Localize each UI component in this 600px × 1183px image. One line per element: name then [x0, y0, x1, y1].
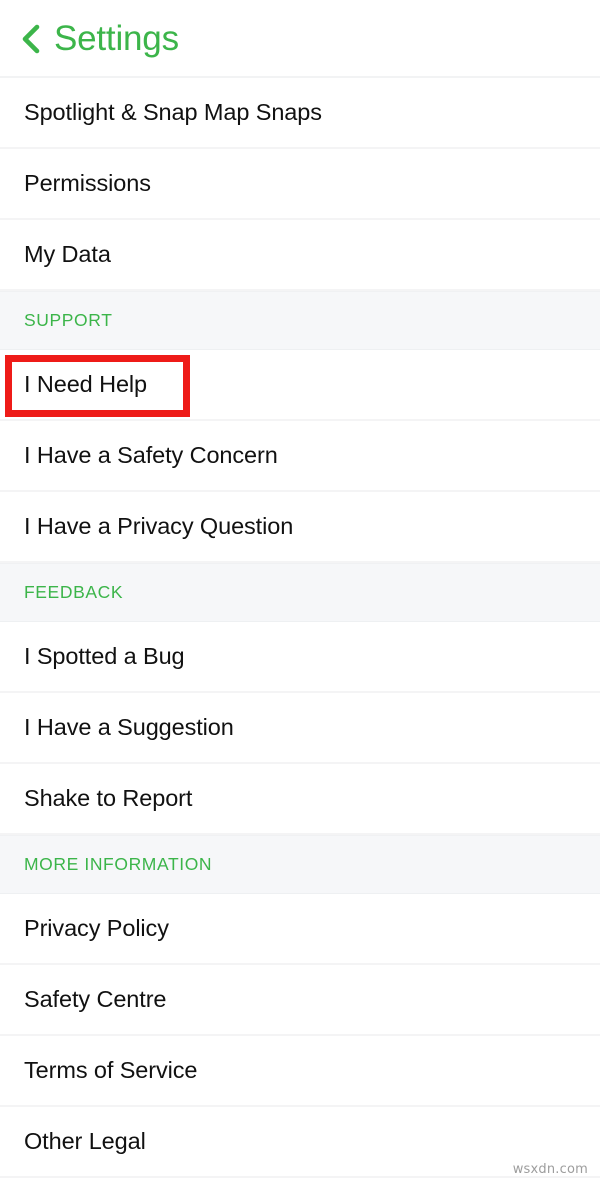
list-item-label: I Have a Safety Concern [24, 441, 278, 468]
section-header: MORE INFORMATION [0, 835, 600, 894]
list-item[interactable]: Terms of Service [0, 1036, 600, 1107]
list-item[interactable]: Privacy Policy [0, 894, 600, 965]
page-title: Settings [54, 18, 179, 58]
list-item[interactable]: I Have a Suggestion [0, 693, 600, 764]
list-item-label: Safety Centre [24, 985, 167, 1012]
watermark: wsxdn.com [512, 1162, 588, 1177]
section-header: FEEDBACK [0, 563, 600, 622]
list-item-label: My Data [24, 240, 111, 267]
section-header-label: SUPPORT [24, 309, 113, 330]
list-item[interactable]: Other Legal [0, 1107, 600, 1178]
list-item[interactable]: Spotlight & Snap Map Snaps [0, 78, 600, 149]
list-item-label: I Have a Privacy Question [24, 512, 294, 539]
section-header-label: MORE INFORMATION [24, 853, 213, 874]
list-item-label: I Spotted a Bug [24, 642, 185, 669]
settings-list: Spotlight & Snap Map Snaps Permissions My … [0, 78, 600, 1178]
list-item[interactable]: I Have a Safety Concern [0, 421, 600, 492]
list-item[interactable]: Shake to Report [0, 764, 600, 835]
navigation-header: Settings [0, 0, 600, 78]
list-item-label: I Need Help [24, 370, 147, 397]
list-item[interactable]: I Need Help [0, 350, 600, 421]
list-item[interactable]: I Have a Privacy Question [0, 492, 600, 563]
list-item-label: Shake to Report [24, 784, 193, 811]
section-header: SUPPORT [0, 291, 600, 350]
list-item[interactable]: My Data [0, 220, 600, 291]
list-item-label: Spotlight & Snap Map Snaps [24, 98, 322, 125]
list-item-label: Permissions [24, 169, 151, 196]
list-item[interactable]: Permissions [0, 149, 600, 220]
list-item-label: Other Legal [24, 1127, 146, 1154]
section-header-label: FEEDBACK [24, 581, 124, 602]
list-item-label: Terms of Service [24, 1056, 198, 1083]
list-item-label: I Have a Suggestion [24, 713, 234, 740]
list-item[interactable]: I Spotted a Bug [0, 622, 600, 693]
list-item[interactable]: Safety Centre [0, 965, 600, 1036]
list-item-label: Privacy Policy [24, 914, 169, 941]
chevron-left-icon[interactable] [18, 22, 44, 56]
